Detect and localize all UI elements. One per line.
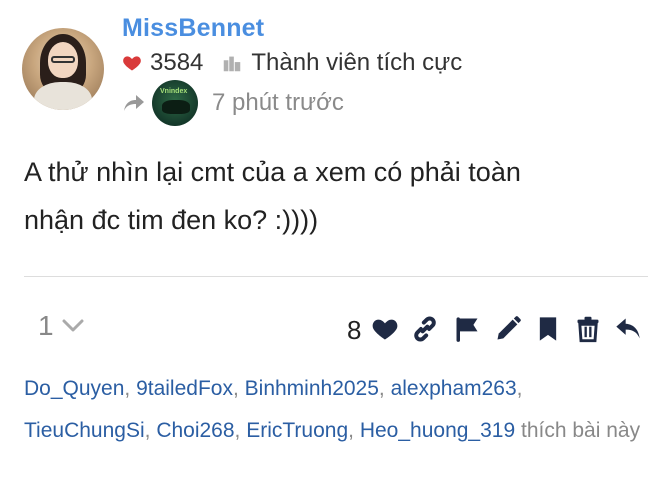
divider [24, 276, 648, 277]
post-content-line: nhận đc tim đen ko? :)))) [24, 205, 319, 235]
post-time[interactable]: 7 phút trước [212, 89, 344, 117]
user-avatar[interactable] [22, 28, 104, 110]
liker-link[interactable]: alexpham263 [391, 377, 517, 400]
post-meta: Vnindex 7 phút trước [122, 80, 344, 126]
reply-count: 1 [38, 310, 54, 341]
chevron-down-icon [62, 319, 84, 332]
flag-icon[interactable] [453, 315, 481, 343]
books-icon [224, 56, 241, 72]
post-content-line: A thử nhìn lại cmt của a xem có phải toà… [24, 157, 521, 187]
share-arrow-icon[interactable] [122, 93, 146, 113]
liker-link[interactable]: 9tailedFox [136, 377, 233, 400]
likers-list: Do_Quyen, 9tailedFox, Binhminh2025, alex… [24, 377, 641, 442]
like-count[interactable]: 8 [347, 315, 361, 346]
reply-to-avatar[interactable]: Vnindex [152, 80, 198, 126]
liker-link[interactable]: EricTruong [246, 419, 348, 442]
reply-icon[interactable] [614, 315, 642, 343]
liker-link[interactable]: Do_Quyen [24, 377, 124, 400]
link-icon[interactable] [411, 315, 439, 343]
liker-link[interactable]: Choi268 [156, 419, 234, 442]
post-content: A thử nhìn lại cmt của a xem có phải toà… [24, 148, 644, 244]
username-link[interactable]: MissBennet [122, 14, 264, 43]
liker-link[interactable]: TieuChungSi [24, 419, 145, 442]
liker-link[interactable]: Heo_huong_319 [360, 419, 515, 442]
replies-toggle[interactable]: 1 [38, 310, 84, 342]
like-total: 3584 [150, 49, 204, 76]
trash-icon[interactable] [574, 315, 602, 343]
bookmark-icon[interactable] [534, 315, 562, 343]
heart-icon [123, 56, 141, 71]
liker-link[interactable]: Binhminh2025 [245, 377, 379, 400]
post-actions: 1 8 [0, 306, 671, 350]
user-stats: 3584 Thành viên tích cực [122, 48, 462, 78]
heart-icon[interactable] [371, 315, 399, 343]
pencil-icon[interactable] [494, 315, 522, 343]
user-title: Thành viên tích cực [251, 49, 463, 76]
likers-suffix: thích bài này [521, 419, 641, 442]
